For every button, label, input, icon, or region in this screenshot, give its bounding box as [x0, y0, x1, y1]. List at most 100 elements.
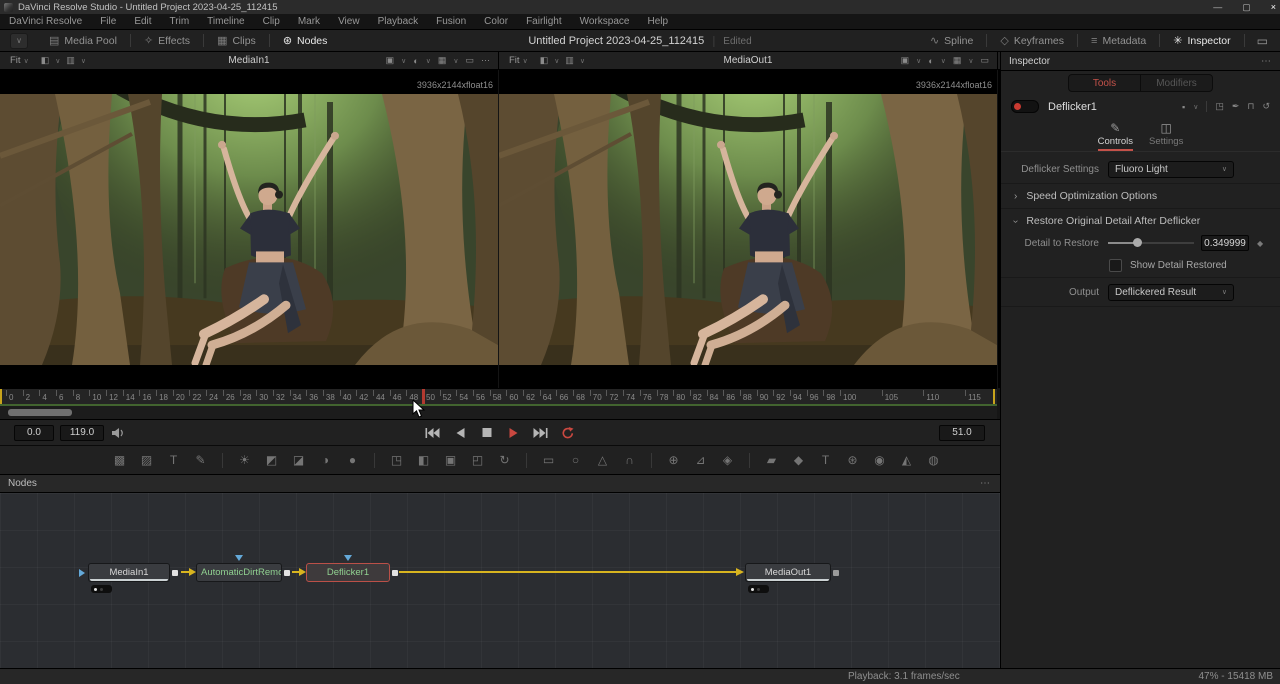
- text-3d-icon[interactable]: T: [812, 453, 839, 467]
- node-thumbnail-toggle[interactable]: [91, 585, 112, 593]
- timeline-scrollbar-thumb[interactable]: [8, 409, 72, 416]
- right-viewer[interactable]: 3936x2144xfloat16: [499, 70, 998, 388]
- menu-file[interactable]: File: [91, 16, 125, 27]
- inspector-options-menu-icon[interactable]: ⋯: [1261, 56, 1271, 67]
- viewer-grid-icon[interactable]: ▦: [438, 55, 447, 66]
- split-view-icon[interactable]: ◧: [41, 55, 50, 66]
- play-reverse-button[interactable]: [452, 426, 468, 440]
- node-thumbnail-toggle[interactable]: [748, 585, 769, 593]
- left-viewer[interactable]: 3936x2144xfloat16: [0, 70, 499, 388]
- node-automaticdirtremov-[interactable]: AutomaticDirtRemov...: [196, 563, 282, 582]
- viewer-option-icon[interactable]: ▣: [386, 55, 395, 66]
- blur-icon[interactable]: ●: [339, 453, 366, 467]
- speed-optimization-section[interactable]: › Speed Optimization Options: [1001, 186, 1280, 206]
- render-in-marker[interactable]: [0, 389, 2, 404]
- node-enable-toggle[interactable]: [1011, 100, 1039, 113]
- tracker-icon[interactable]: ⊕: [660, 453, 687, 467]
- media-pool-button[interactable]: ▤Media Pool: [36, 30, 130, 51]
- text-plus-icon[interactable]: T: [160, 453, 187, 467]
- viewer-lut-icon[interactable]: ◐: [928, 56, 933, 66]
- node-output-square[interactable]: [172, 570, 178, 576]
- lock-icon[interactable]: ⊓: [1247, 101, 1254, 112]
- color-corrector-icon[interactable]: ☀: [231, 453, 258, 467]
- menu-clip[interactable]: Clip: [254, 16, 289, 27]
- stop-button[interactable]: [479, 426, 495, 440]
- ellipse-mask-icon[interactable]: ○: [562, 453, 589, 467]
- channel-view-icon[interactable]: ▥: [565, 55, 574, 66]
- menu-timeline[interactable]: Timeline: [198, 16, 253, 27]
- node-output-square[interactable]: [833, 570, 839, 576]
- timeline-ruler[interactable]: 0246810121416182022242628303234363840424…: [0, 388, 997, 404]
- node-input-triangle[interactable]: [235, 555, 243, 561]
- transform-icon[interactable]: ↻: [491, 453, 518, 467]
- dod-icon[interactable]: ▪: [1182, 102, 1185, 112]
- color-curves-icon[interactable]: ◩: [258, 453, 285, 467]
- pin-icon[interactable]: ✒: [1232, 101, 1240, 112]
- node-output-square[interactable]: [392, 570, 398, 576]
- camera-tracker-icon[interactable]: ◈: [714, 453, 741, 467]
- subtab-controls[interactable]: ✎ Controls: [1098, 118, 1133, 151]
- subtab-settings[interactable]: ◫ Settings: [1149, 118, 1183, 151]
- camera-3d-icon[interactable]: ◉: [866, 453, 893, 467]
- matte-control-icon[interactable]: ◧: [410, 453, 437, 467]
- detail-to-restore-value[interactable]: 0.349999: [1201, 235, 1249, 251]
- keyframes-button[interactable]: ◇Keyframes: [987, 30, 1077, 51]
- viewer-option-icon[interactable]: ▣: [901, 55, 910, 66]
- tab-tools[interactable]: Tools: [1069, 75, 1141, 91]
- play-button[interactable]: [506, 426, 522, 440]
- fastnoise-icon[interactable]: ▨: [133, 453, 160, 467]
- reset-icon[interactable]: ↺: [1262, 101, 1270, 112]
- menu-playback[interactable]: Playback: [369, 16, 428, 27]
- node-mediain1[interactable]: MediaIn1: [88, 563, 170, 582]
- node-output-square[interactable]: [284, 570, 290, 576]
- node-mediaout1[interactable]: MediaOut1: [745, 563, 831, 582]
- audio-mute-icon[interactable]: [110, 426, 126, 440]
- restore-detail-section[interactable]: › Restore Original Detail After Deflicke…: [1001, 211, 1280, 231]
- metadata-button[interactable]: ≡Metadata: [1078, 30, 1159, 51]
- background-icon[interactable]: ▩: [106, 453, 133, 467]
- keyframe-icon[interactable]: ◆: [1257, 239, 1263, 248]
- menu-color[interactable]: Color: [475, 16, 517, 27]
- output-dropdown[interactable]: Deflickered Result∨: [1108, 284, 1234, 301]
- clips-button[interactable]: ▦Clips: [204, 30, 269, 51]
- node-deflicker1[interactable]: Deflicker1: [306, 563, 390, 582]
- channel-view-icon[interactable]: ▥: [66, 55, 75, 66]
- color-matrix-icon[interactable]: ▣: [437, 453, 464, 467]
- planar-tracker-icon[interactable]: ⊿: [687, 453, 714, 467]
- node-input-arrow[interactable]: [79, 569, 85, 577]
- cleanfeed-icon[interactable]: ▭: [1245, 34, 1280, 48]
- hue-curves-icon[interactable]: ◪: [285, 453, 312, 467]
- inspector-button[interactable]: ✳Inspector: [1160, 30, 1243, 51]
- close-button[interactable]: ×: [1271, 2, 1276, 12]
- polygon-mask-icon[interactable]: △: [589, 453, 616, 467]
- in-point-field[interactable]: 0.0: [14, 425, 54, 441]
- spot-light-icon[interactable]: ◭: [893, 453, 920, 467]
- merge-icon[interactable]: ◳: [383, 453, 410, 467]
- renderer-3d-icon[interactable]: ◍: [920, 453, 947, 467]
- menu-trim[interactable]: Trim: [161, 16, 199, 27]
- go-to-start-button[interactable]: [425, 426, 441, 440]
- loop-button[interactable]: [560, 426, 576, 440]
- viewer-lut-icon[interactable]: ◐: [413, 56, 418, 66]
- menu-fusion[interactable]: Fusion: [427, 16, 475, 27]
- expand-viewer-icon[interactable]: ▭: [465, 55, 474, 66]
- node-graph[interactable]: MediaIn1 AutomaticDirtRemov... Deflicker1 M…: [0, 493, 1000, 668]
- menu-edit[interactable]: Edit: [125, 16, 160, 27]
- tab-modifiers[interactable]: Modifiers: [1141, 75, 1212, 91]
- versions-icon[interactable]: ◳: [1215, 101, 1224, 112]
- go-to-end-button[interactable]: [533, 426, 549, 440]
- deflicker-settings-dropdown[interactable]: Fluoro Light∨: [1108, 161, 1234, 178]
- brightness-contrast-icon[interactable]: ◑: [312, 453, 339, 467]
- maximize-button[interactable]: ▢: [1242, 2, 1251, 13]
- current-frame-field[interactable]: 51.0: [939, 425, 985, 441]
- minimize-button[interactable]: —: [1213, 2, 1222, 12]
- bspline-mask-icon[interactable]: ∩: [616, 453, 643, 467]
- menu-help[interactable]: Help: [638, 16, 677, 27]
- show-detail-restored-checkbox[interactable]: [1109, 259, 1122, 272]
- menu-view[interactable]: View: [329, 16, 369, 27]
- menu-davinci-resolve[interactable]: DaVinci Resolve: [0, 16, 91, 27]
- menu-mark[interactable]: Mark: [289, 16, 329, 27]
- viewer-grid-icon[interactable]: ▦: [953, 55, 962, 66]
- nodes-button[interactable]: ⊛Nodes: [270, 30, 341, 51]
- node-input-triangle[interactable]: [344, 555, 352, 561]
